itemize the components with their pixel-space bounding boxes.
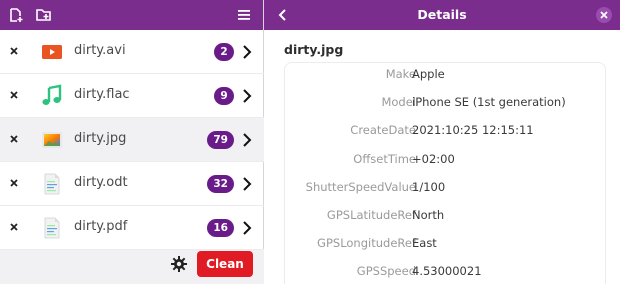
image-file-icon [42,132,62,148]
file-row-dirty-odt[interactable]: dirty.odt 32 [0,162,264,206]
metadata-value: +02:00 [412,152,455,166]
metadata-count-badge: 2 [214,43,234,61]
file-list-header [0,0,263,30]
clean-button[interactable]: Clean [197,251,253,277]
metadata-key: GPSSpeed [356,264,416,278]
remove-file-button[interactable] [7,220,21,234]
metadata-key: ShutterSpeedValue [305,180,416,194]
metadata-value: 4.53000021 [412,264,482,278]
metadata-count-badge: 79 [207,131,234,149]
remove-file-button[interactable] [7,88,21,102]
metadata-value: North [412,208,445,222]
chevron-right-icon[interactable] [240,132,254,148]
menu-button[interactable] [232,3,256,27]
metadata-row: GPSSpeed 4.53000021 [284,264,606,284]
metadata-value: 1/100 [412,180,446,194]
add-folder-button[interactable] [32,3,56,27]
close-icon [596,7,612,23]
file-row-dirty-jpg[interactable]: dirty.jpg 79 [0,118,264,162]
metadata-row: ShutterSpeedValue 1/100 [284,180,606,200]
file-name: dirty.odt [74,175,128,190]
document-file-icon [44,173,60,195]
file-list-pane: dirty.avi 2 dirty.flac 9 dirty.jpg 79 di… [0,0,264,284]
remove-file-button[interactable] [7,132,21,146]
gear-icon[interactable] [170,255,188,273]
metadata-value: East [412,236,437,250]
metadata-row: Make Apple [284,67,606,87]
details-title: Details [417,7,467,22]
metadata-value: 2021:10:25 12:15:11 [412,123,534,137]
metadata-value: iPhone SE (1st generation) [412,95,566,109]
file-row-dirty-pdf[interactable]: dirty.pdf 16 [0,206,264,250]
audio-file-icon [42,84,62,105]
metadata-value: Apple [412,67,445,81]
close-button[interactable] [592,3,616,27]
file-row-dirty-avi[interactable]: dirty.avi 2 [0,30,264,74]
metadata-row: GPSLatitudeRef North [284,208,606,228]
metadata-key: CreateDate [350,123,416,137]
chevron-right-icon[interactable] [240,176,254,192]
add-folder-icon [36,9,51,21]
close-icon [10,91,18,99]
chevron-right-icon[interactable] [240,44,254,60]
remove-file-button[interactable] [7,44,21,58]
hamburger-menu-icon [238,10,250,20]
metadata-row: OffsetTime +02:00 [284,152,606,172]
metadata-key: OffsetTime [353,152,416,166]
details-pane: Details dirty.jpg Make Apple Model iPhon… [264,0,620,284]
file-name: dirty.flac [74,87,130,102]
close-icon [10,47,18,55]
metadata-count-badge: 16 [207,219,234,237]
file-name: dirty.avi [74,43,126,58]
details-header: Details [264,0,620,30]
add-file-button[interactable] [4,3,28,27]
document-file-icon [44,217,60,239]
file-list: dirty.avi 2 dirty.flac 9 dirty.jpg 79 di… [0,30,264,250]
metadata-row: GPSLongitudeRef East [284,236,606,256]
file-name: dirty.pdf [74,219,128,234]
video-file-icon [42,45,62,59]
remove-file-button[interactable] [7,176,21,190]
add-file-icon [10,8,23,22]
close-icon [10,179,18,187]
metadata-row: CreateDate 2021:10:25 12:15:11 [284,123,606,143]
close-icon [10,223,18,231]
close-icon [10,135,18,143]
metadata-key: Model [381,95,416,109]
metadata-row: Model iPhone SE (1st generation) [284,95,606,115]
details-file-name: dirty.jpg [284,42,344,57]
metadata-count-badge: 32 [207,175,234,193]
file-name: dirty.jpg [74,131,127,146]
metadata-count-badge: 9 [214,87,234,105]
chevron-right-icon[interactable] [240,220,254,236]
metadata-key: GPSLatitudeRef [326,208,416,222]
file-row-dirty-flac[interactable]: dirty.flac 9 [0,74,264,118]
metadata-key: GPSLongitudeRef [317,236,416,250]
chevron-right-icon[interactable] [240,88,254,104]
